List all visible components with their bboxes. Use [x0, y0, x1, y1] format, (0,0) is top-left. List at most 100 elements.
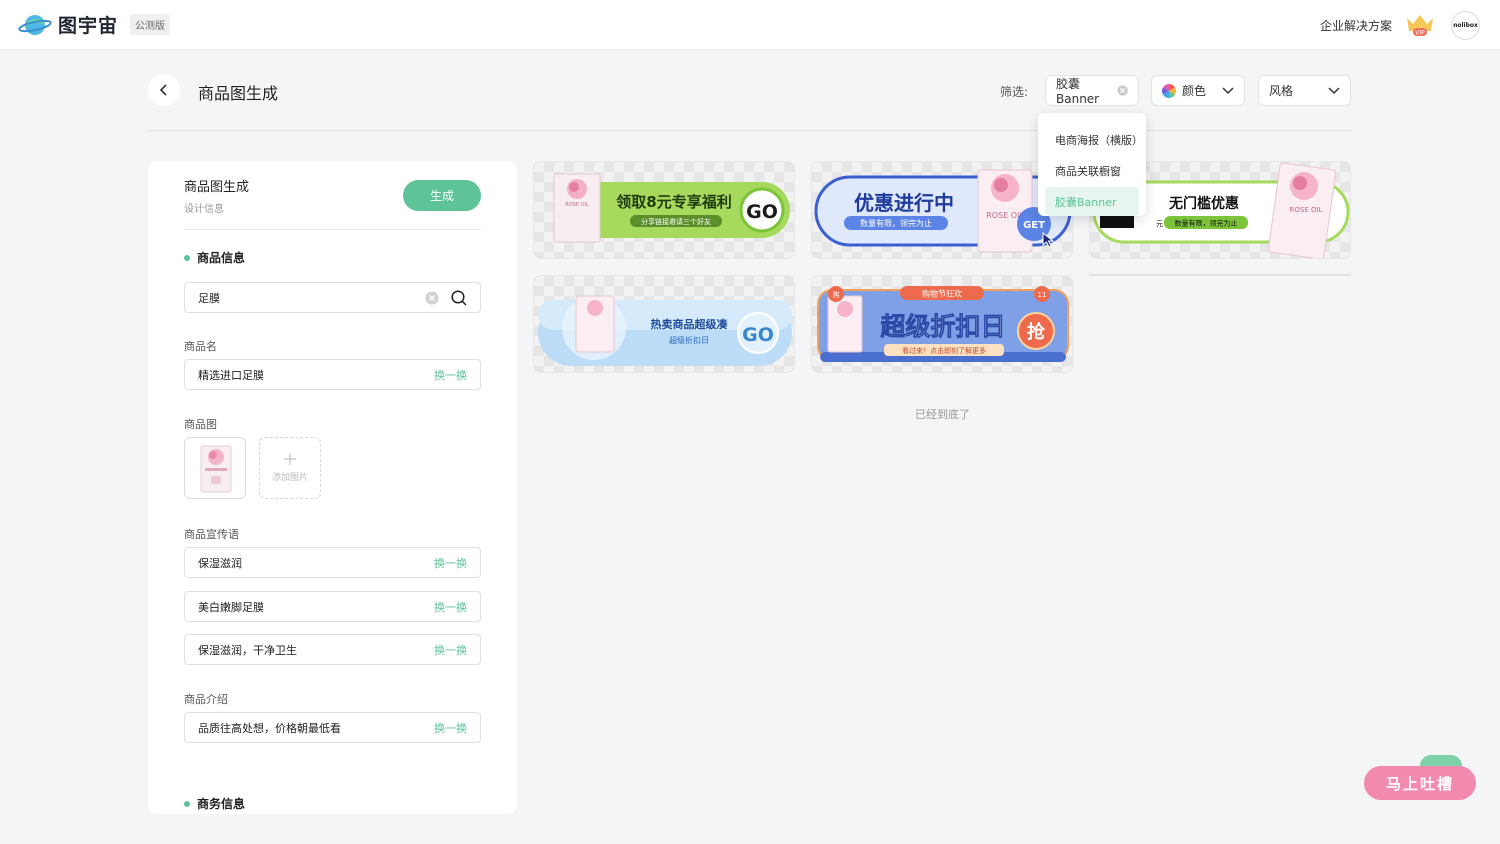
product-search-input[interactable]: 足膜 — [184, 282, 481, 313]
beta-badge: 公测版 — [130, 14, 171, 35]
dropdown-option[interactable]: 电商海报（横版） — [1045, 125, 1143, 154]
panel-subtitle: 设计信息 — [184, 204, 224, 215]
vip-crown-icon[interactable]: VIP — [1404, 12, 1436, 38]
slogan-field[interactable]: 保湿滋润，干净卫生 换一换 — [184, 634, 481, 665]
swap-button[interactable]: 换一换 — [434, 367, 467, 383]
add-image-button[interactable]: 添加图片 — [259, 437, 321, 499]
banner-unit: 元 — [1156, 220, 1163, 228]
banner-subtitle: 数量有限，领完为止 — [1175, 219, 1238, 228]
banner-card[interactable]: ROSE OIL 领取8元专享福利 分享链接邀请三个好友 GO — [533, 161, 795, 259]
corner-badge-right: 11 — [1038, 291, 1047, 299]
color-wheel-icon — [1162, 83, 1176, 98]
vip-badge-text: VIP — [1415, 30, 1425, 37]
section-dot — [184, 800, 190, 807]
type-filter-select[interactable]: 胶囊Banner — [1045, 75, 1139, 106]
dropdown-option-selected[interactable]: 胶囊Banner — [1045, 187, 1139, 216]
row-divider — [1089, 274, 1351, 276]
page-title: 商品图生成 — [198, 84, 279, 103]
planet-logo-icon — [18, 12, 52, 38]
end-of-list-note: 已经到底了 — [915, 408, 970, 421]
banner-title: 领取8元专享福利 — [615, 193, 731, 211]
chevron-left-icon — [159, 84, 167, 96]
banner-title: 超级折扣日 — [880, 312, 1005, 341]
back-button[interactable] — [148, 74, 180, 106]
banner-title: 热卖商品超级凑 — [651, 317, 729, 331]
banner-subtitle: 看过来！点击即刻了解更多 — [902, 346, 986, 355]
feedback-label: 马上吐槽 — [1385, 774, 1454, 793]
banner-cta: GET — [1023, 220, 1045, 231]
product-intro-field[interactable]: 品质往高处想，价格朝最低看 换一换 — [184, 712, 481, 743]
svg-text:ROSE OIL: ROSE OIL — [1290, 206, 1323, 214]
intro-value: 品质往高处想，价格朝最低看 — [198, 721, 341, 735]
app-name: 图宇宙 — [58, 15, 119, 37]
color-filter-label: 颜色 — [1182, 84, 1207, 98]
design-info-panel: 商品图生成 设计信息 生成 商品信息 足膜 商品名 精选进口足膜 换一换 商品图… — [148, 161, 517, 814]
product-name-value: 精选进口足膜 — [198, 368, 264, 382]
mouse-pointer-icon — [1042, 231, 1056, 252]
swap-button[interactable]: 换一换 — [434, 555, 467, 571]
dropdown-option[interactable]: 商品关联橱窗 — [1045, 156, 1139, 185]
add-image-label: 添加图片 — [271, 473, 308, 483]
banner-preview-image: 购物节狂欢 购 11 超级折扣日 看过来！点击即刻了解更多 抢 — [817, 286, 1069, 362]
enterprise-solutions-link[interactable]: 企业解决方案 — [1320, 17, 1392, 34]
style-filter-select[interactable]: 风格 — [1258, 75, 1351, 106]
feedback-button[interactable]: 马上吐槽 — [1364, 766, 1476, 800]
filter-label: 筛选: — [1000, 85, 1029, 99]
section-title: 商品信息 — [197, 251, 246, 265]
banner-card[interactable]: 购物节狂欢 购 11 超级折扣日 看过来！点击即刻了解更多 抢 — [811, 275, 1073, 373]
logo[interactable]: 图宇宙 公测版 — [18, 11, 171, 38]
search-value: 足膜 — [198, 291, 220, 305]
banner-subtitle: 分享链接邀请三个好友 — [641, 217, 711, 226]
panel-title: 商品图生成 — [184, 180, 250, 195]
banner-subtitle: 超级折扣日 — [669, 335, 709, 345]
chevron-down-icon — [1222, 86, 1234, 94]
generate-button[interactable]: 生成 — [403, 180, 481, 211]
svg-text:ROSE OIL: ROSE OIL — [565, 202, 589, 208]
slogan-value: 美白嫩脚足膜 — [198, 600, 264, 614]
banner-title: 无门槛优惠 — [1168, 195, 1239, 212]
header-divider — [148, 130, 1352, 131]
slogan-value: 保湿滋润，干净卫生 — [198, 643, 297, 657]
clear-icon[interactable] — [425, 291, 439, 305]
chevron-down-icon — [1328, 86, 1340, 94]
banner-title: 优惠进行中 — [854, 191, 954, 215]
top-bar: 图宇宙 公测版 企业解决方案 VIP nolibox — [0, 0, 1500, 50]
slogan-field[interactable]: 保湿滋润 换一换 — [184, 547, 481, 578]
swap-button[interactable]: 换一换 — [434, 720, 467, 736]
banner-preview-image: 优惠进行中 数量有限，领完为止 ROSE OIL GET — [814, 169, 1072, 253]
section-title: 商务信息 — [197, 797, 246, 811]
banner-card[interactable]: 热卖商品超级凑 超级折扣日 GO — [533, 275, 795, 373]
color-filter-select[interactable]: 颜色 — [1151, 75, 1245, 106]
banner-cta: GO — [746, 201, 778, 223]
banner-cta: 抢 — [1027, 321, 1046, 343]
section-dot — [184, 254, 190, 261]
slogan-value: 保湿滋润 — [198, 556, 242, 570]
product-image-label: 商品图 — [184, 418, 217, 431]
foot-mask-product-image — [200, 445, 232, 493]
style-filter-label: 风格 — [1269, 84, 1294, 98]
intro-label: 商品介绍 — [184, 693, 228, 706]
product-name-label: 商品名 — [184, 340, 217, 353]
product-image-thumbnail[interactable] — [184, 437, 246, 499]
banner-subtitle: 数量有限，领完为止 — [860, 218, 932, 228]
clear-filter-icon[interactable] — [1117, 84, 1128, 97]
panel-divider — [184, 229, 481, 230]
corner-badge-left: 购 — [833, 290, 840, 299]
banner-tag: 购物节狂欢 — [922, 289, 962, 299]
banner-cta: GO — [742, 324, 774, 346]
swap-button[interactable]: 换一换 — [434, 642, 467, 658]
swap-button[interactable]: 换一换 — [434, 599, 467, 615]
slogan-label: 商品宣传语 — [184, 528, 239, 541]
product-name-field[interactable]: 精选进口足膜 换一换 — [184, 359, 481, 390]
slogan-field[interactable]: 美白嫩脚足膜 换一换 — [184, 591, 481, 622]
type-filter-value: 胶囊Banner — [1056, 77, 1100, 106]
type-filter-dropdown: 电商海报（横版） 商品关联橱窗 胶囊Banner — [1038, 113, 1146, 216]
avatar[interactable]: nolibox — [1451, 11, 1480, 40]
banner-card[interactable]: 优惠进行中 数量有限，领完为止 ROSE OIL GET — [811, 161, 1073, 259]
search-icon[interactable] — [451, 289, 467, 306]
section-business-info: 商务信息 — [184, 795, 245, 812]
banner-preview-image: ROSE OIL 领取8元专享福利 分享链接邀请三个好友 GO — [553, 173, 790, 243]
banner-preview-image: 热卖商品超级凑 超级折扣日 GO — [538, 295, 792, 366]
section-product-info: 商品信息 — [184, 249, 245, 266]
plus-icon — [284, 453, 296, 465]
